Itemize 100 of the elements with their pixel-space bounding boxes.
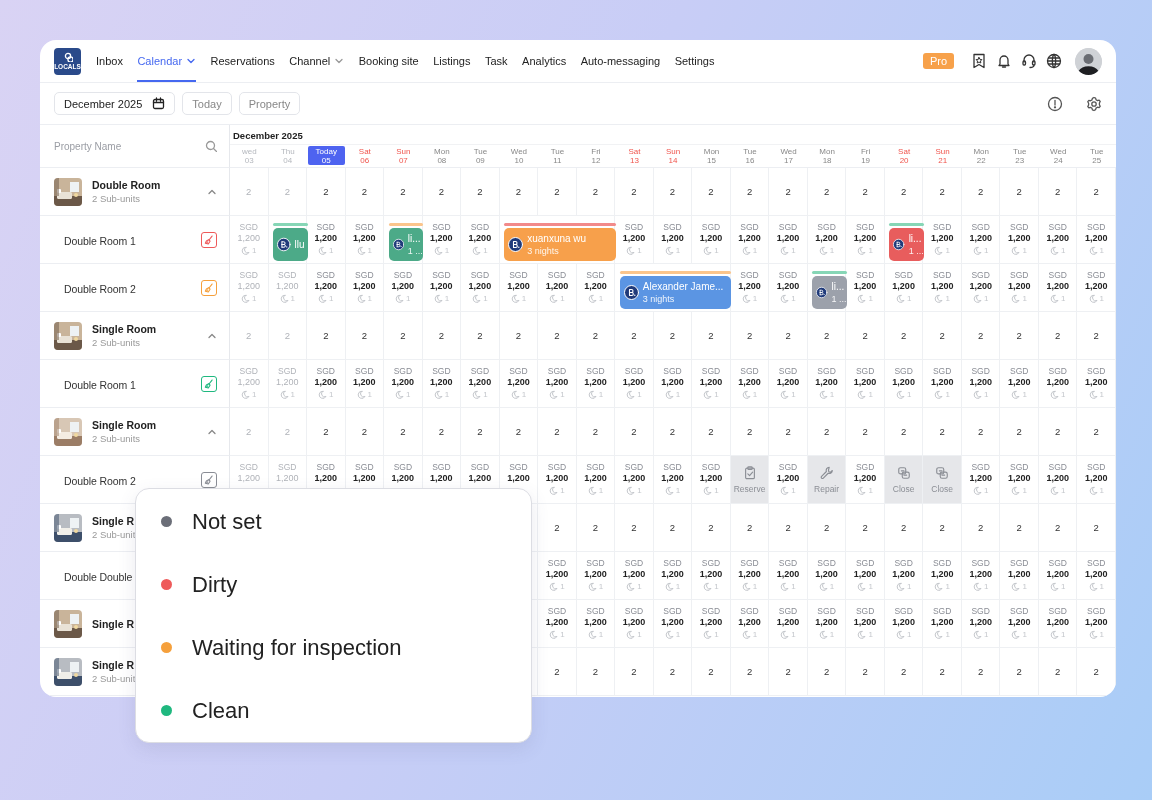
blocked-date-cell[interactable]: Repair	[807, 456, 847, 504]
availability-count: 2	[939, 666, 945, 677]
moon-icon	[472, 390, 482, 399]
nightly-price: 1,200	[699, 377, 723, 388]
currency-label: SGD	[547, 606, 567, 617]
nav-tab[interactable]: Booking site	[358, 40, 419, 82]
broom-icon[interactable]	[201, 231, 217, 248]
blocked-date-cell[interactable]: Close	[884, 456, 924, 504]
availability-count: 2	[592, 330, 599, 341]
nav-tab[interactable]: Reservations	[210, 40, 275, 82]
nav-tab[interactable]: Analytics	[522, 40, 567, 82]
avatar[interactable]	[1075, 47, 1102, 75]
availability-count: 2	[746, 330, 753, 341]
booking-block[interactable]: Alexander Jame... 3 nights	[619, 276, 732, 309]
nightly-price: 1,200	[930, 569, 954, 580]
currency-label: SGD	[855, 222, 875, 233]
currency-label: SGD	[316, 270, 335, 281]
property-search-field[interactable]: Property Name	[40, 125, 230, 168]
nightly-price: 1,200	[776, 233, 800, 244]
blocked-date-cell[interactable]: Reserve	[730, 456, 770, 504]
nav-tab[interactable]: Calendar	[137, 40, 197, 82]
nightly-price: 1,200	[468, 473, 492, 484]
booking-block[interactable]: llu	[273, 228, 308, 261]
moon-icon	[587, 630, 597, 639]
nav-tab[interactable]: Inbox	[96, 40, 123, 82]
booking-block[interactable]: xuanxuna wu 3 nights	[504, 228, 616, 261]
moon-icon	[433, 246, 443, 255]
booking-block[interactable]: li... 1 ...	[889, 228, 924, 261]
settings-icon[interactable]	[1086, 95, 1102, 112]
nav-tab[interactable]: Auto-messaging	[580, 40, 661, 82]
nightly-price: 1,200	[969, 281, 992, 292]
nightly-price: 1,200	[969, 569, 992, 580]
nightly-price: 1,200	[853, 473, 877, 484]
currency-label: SGD	[586, 366, 605, 377]
nightly-price: 1,200	[314, 377, 338, 388]
nav-tab[interactable]: Settings	[674, 40, 715, 82]
currency-label: SGD	[316, 462, 335, 473]
moon-icon	[1088, 294, 1098, 303]
availability-count: 2	[1093, 666, 1099, 677]
nav-tab[interactable]: Task	[485, 40, 508, 82]
nightly-price: 1,200	[699, 617, 723, 628]
nav-tab[interactable]: Listings	[433, 40, 471, 82]
headset-icon[interactable]	[1020, 53, 1037, 69]
currency-label: SGD	[663, 222, 682, 233]
nightly-price: 1,200	[353, 473, 376, 484]
month-picker[interactable]: December 2025	[54, 92, 176, 115]
availability-count: 2	[1093, 186, 1099, 197]
availability-count: 2	[823, 186, 830, 197]
currency-label: SGD	[971, 558, 990, 569]
availability-count: 2	[669, 330, 676, 341]
currency-label: SGD	[740, 366, 759, 377]
currency-label: SGD	[932, 558, 952, 569]
nightly-price: 1,200	[353, 233, 376, 244]
availability-count: 2	[1016, 522, 1022, 533]
moon-icon	[1088, 390, 1098, 399]
nav-tab[interactable]: Channel	[289, 40, 345, 82]
moon-icon	[587, 582, 597, 591]
broom-icon[interactable]	[201, 471, 217, 488]
nightly-price: 1,200	[391, 377, 415, 388]
guest-name: llu	[294, 238, 304, 251]
info-icon[interactable]	[1047, 95, 1063, 112]
today-button[interactable]: Today	[182, 92, 232, 115]
availability-count: 2	[939, 330, 945, 341]
moon-icon	[1050, 294, 1059, 303]
currency-label: SGD	[1087, 558, 1106, 569]
availability-count: 2	[785, 426, 791, 437]
booking-block[interactable]: li... 1 ...	[388, 228, 424, 261]
bookmark-star-icon[interactable]	[970, 53, 987, 69]
currency-label: SGD	[586, 558, 605, 569]
currency-label: SGD	[778, 462, 798, 473]
blocked-date-cell[interactable]: Close	[923, 456, 962, 504]
moon-icon	[1088, 630, 1098, 639]
filter-button[interactable]: Property	[238, 92, 301, 115]
moon-icon	[626, 630, 636, 639]
broom-icon[interactable]	[201, 375, 217, 392]
currency-label: SGD	[239, 462, 258, 473]
moon-icon	[1011, 294, 1021, 303]
currency-label: SGD	[855, 270, 875, 281]
nightly-price: 1,200	[468, 233, 492, 244]
currency-label: SGD	[932, 606, 952, 617]
currency-label: SGD	[971, 606, 990, 617]
moon-icon	[780, 246, 790, 255]
moon-icon	[356, 390, 366, 399]
availability-count: 2	[708, 522, 714, 533]
nightly-price: 1,200	[430, 377, 453, 388]
availability-count: 2	[1016, 666, 1022, 677]
moon-icon	[549, 582, 559, 591]
currency-label: SGD	[470, 366, 490, 377]
globe-icon[interactable]	[1045, 53, 1062, 69]
notification-bell-icon[interactable]	[995, 53, 1012, 69]
availability-count: 2	[900, 426, 907, 437]
availability-count: 2	[746, 426, 753, 437]
availability-count: 2	[708, 666, 714, 677]
day-header: Fri 19	[859, 146, 872, 165]
moon-icon	[741, 294, 751, 303]
currency-label: SGD	[470, 222, 490, 233]
moon-icon	[818, 246, 828, 255]
availability-count: 2	[515, 186, 522, 197]
nightly-price: 1,200	[391, 281, 415, 292]
booking-block[interactable]: li... 1 ...	[812, 276, 847, 309]
